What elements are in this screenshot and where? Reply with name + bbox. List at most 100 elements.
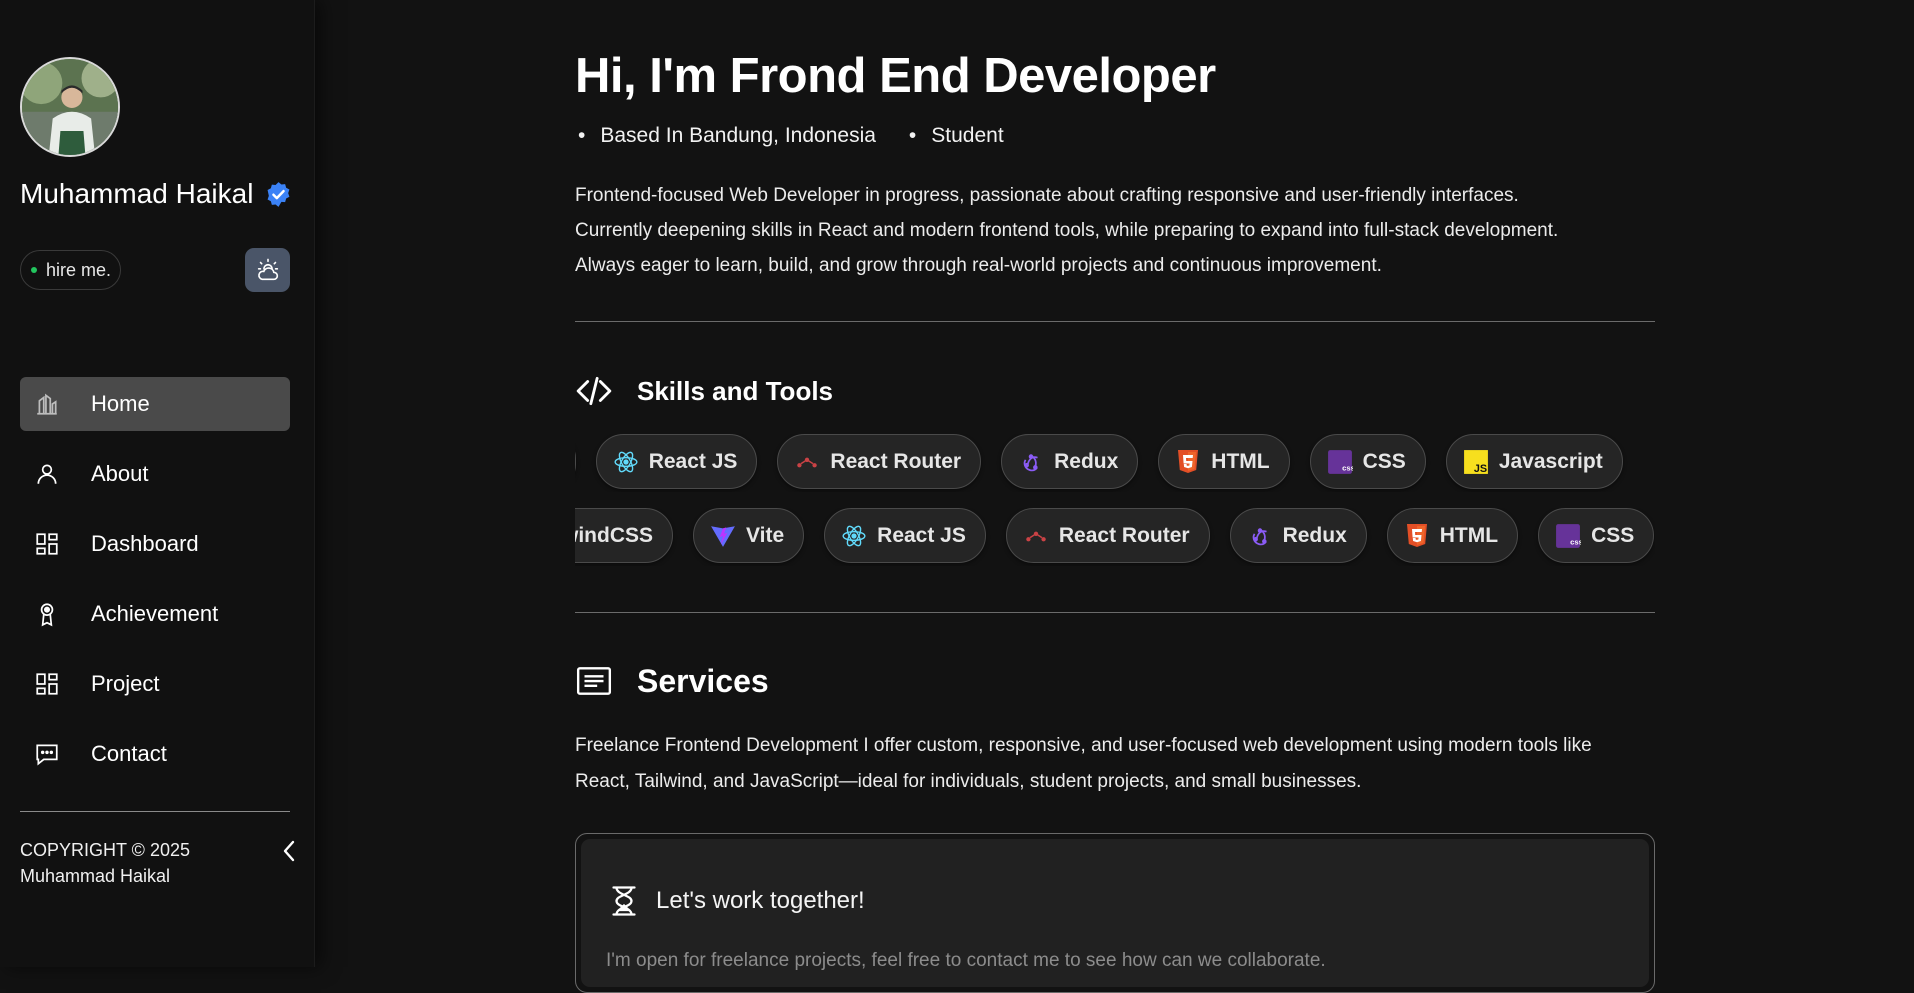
svg-text:css: css [1570, 537, 1581, 546]
sidebar: Muhammad Haikal hire me. Home About Dash… [0, 0, 315, 967]
skill-chip: HTML [1386, 508, 1519, 563]
css3-icon: css [1327, 449, 1353, 475]
cloud-sun-icon [257, 258, 278, 281]
skill-chip: HTML [1158, 434, 1290, 489]
hourglass-icon [612, 886, 636, 916]
javascript-icon: JS [1463, 449, 1489, 475]
cta-title-text: Let's work together! [656, 887, 865, 914]
skill-chip-label: CSS [1362, 449, 1406, 473]
chat-bubble-icon [33, 740, 61, 768]
section-divider [575, 321, 1655, 322]
cta-title: Let's work together! [606, 883, 865, 919]
avatar [20, 57, 120, 157]
page-title: Hi, I'm Frond End Developer [575, 49, 1216, 103]
skill-chip-label: React JS [648, 449, 738, 473]
copyright-owner: Muhammad Haikal [20, 866, 171, 886]
skill-chip-label: windCSS [575, 523, 654, 547]
skill-chip: React Router [1005, 508, 1210, 563]
hire-me-label: hire me. [46, 259, 112, 280]
skills-track: e React JS React Router Redux HTML css CSS JS Ja… [575, 434, 1623, 489]
theme-toggle-button[interactable] [245, 248, 290, 292]
sidebar-item-home[interactable]: Home [20, 377, 290, 431]
sidebar-item-label: Achievement [91, 601, 219, 626]
skill-chip: Vite [693, 508, 805, 563]
skill-chip-label: React JS [877, 523, 966, 547]
react-router-icon [794, 449, 820, 475]
copyright: COPYRIGHT © 2025 Muhammad Haikal [20, 837, 190, 889]
bio-line: Frontend-focused Web Developer in progre… [575, 185, 1519, 206]
skill-chip-label: Vite [746, 523, 785, 547]
document-icon [576, 667, 612, 695]
work-together-card: Let's work together! I'm open for freela… [575, 833, 1655, 993]
services-heading: Services [575, 662, 769, 700]
skill-chip-label: Redux [1054, 449, 1119, 473]
svg-text:JS: JS [1474, 462, 1487, 474]
bio: Frontend-focused Web Developer in progre… [575, 178, 1655, 283]
services-line: Freelance Frontend Development I offer c… [575, 735, 1592, 756]
skill-chip-label: Javascript [1498, 449, 1603, 473]
profile-name: Muhammad Haikal [20, 178, 292, 210]
skill-chip-label: HTML [1211, 449, 1270, 473]
sidebar-item-about[interactable]: About [20, 447, 290, 501]
role-text: Student [906, 124, 1003, 148]
svg-text:css: css [1342, 463, 1353, 472]
online-status-dot [31, 267, 37, 273]
skill-chip: css CSS [1309, 434, 1426, 489]
sidebar-item-label: Home [91, 391, 150, 416]
chevron-left-icon[interactable] [278, 838, 300, 864]
services-line: React, Tailwind, and JavaScript—ideal fo… [575, 771, 1362, 792]
redux-icon [1247, 523, 1273, 549]
sidebar-item-label: About [91, 461, 149, 486]
redux-icon [1018, 449, 1044, 475]
sidebar-item-project[interactable]: Project [20, 657, 290, 711]
css3-icon: css [1555, 523, 1581, 549]
bio-line: Currently deepening skills in React and … [575, 220, 1559, 241]
work-together-card-inner: Let's work together! I'm open for freela… [581, 839, 1649, 987]
code-icon [576, 376, 612, 406]
sidebar-nav: Home About Dashboard Achievement Project [20, 377, 290, 797]
skills-marquee-row-2: windCSS Vite React JS React Router Redux HTML… [575, 508, 1655, 566]
sidebar-divider [20, 811, 290, 812]
skill-chip-label: React Router [1058, 523, 1190, 547]
sidebar-item-contact[interactable]: Contact [20, 727, 290, 781]
skill-chip: windCSS [575, 508, 674, 563]
project-grid-icon [33, 670, 61, 698]
react-icon [613, 449, 639, 475]
skill-chip: css CSS [1538, 508, 1655, 563]
sidebar-item-dashboard[interactable]: Dashboard [20, 517, 290, 571]
sidebar-item-label: Dashboard [91, 531, 199, 556]
bio-line: Always eager to learn, build, and grow t… [575, 255, 1382, 276]
react-icon [841, 523, 867, 549]
html5-icon [1175, 449, 1201, 475]
services-heading-text: Services [637, 662, 769, 699]
services-description: Freelance Frontend Development I offer c… [575, 728, 1655, 800]
skills-heading: Skills and Tools [575, 372, 833, 410]
skills-marquee-row-1: e React JS React Router Redux HTML css CSS JS Ja… [575, 434, 1655, 492]
sidebar-item-label: Contact [91, 741, 167, 766]
hero-meta: Based In Bandung, Indonesia Student [575, 124, 1003, 148]
skill-chip-label: CSS [1591, 523, 1635, 547]
user-icon [33, 460, 61, 488]
hire-me-badge[interactable]: hire me. [20, 250, 122, 290]
skills-track: windCSS Vite React JS React Router Redux HTML… [575, 508, 1655, 563]
react-router-icon [1023, 523, 1049, 549]
skill-chip: Redux [1001, 434, 1139, 489]
skill-chip: JS Javascript [1445, 434, 1623, 489]
cta-description: I'm open for freelance projects, feel fr… [606, 950, 1326, 971]
skill-chip: React Router [777, 434, 982, 489]
copyright-line: COPYRIGHT © 2025 [20, 840, 190, 860]
dashboard-grid-icon [33, 530, 61, 558]
skill-chip-label: Redux [1282, 523, 1347, 547]
sidebar-item-achievement[interactable]: Achievement [20, 587, 290, 641]
skill-chip: React JS [824, 508, 986, 563]
profile-name-text: Muhammad Haikal [20, 178, 254, 209]
skills-heading-text: Skills and Tools [637, 375, 834, 406]
location-text: Based In Bandung, Indonesia [575, 124, 876, 148]
award-ribbon-icon [33, 600, 61, 628]
verified-badge-icon [268, 181, 290, 207]
section-divider [575, 612, 1655, 613]
html5-icon [1404, 523, 1430, 549]
skill-chip: e [575, 434, 576, 489]
skill-chip: React JS [595, 434, 758, 489]
skill-chip-label: React Router [830, 449, 962, 473]
